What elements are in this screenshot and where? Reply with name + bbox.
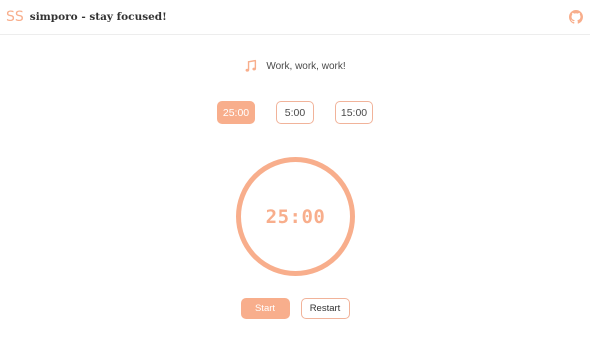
app-logo: SS — [6, 9, 24, 25]
brand: SS simporo - stay focused! — [6, 10, 167, 24]
preset-25-button[interactable]: 25:00 — [217, 101, 255, 124]
music-notes-icon — [244, 59, 258, 73]
preset-15-button[interactable]: 15:00 — [335, 101, 373, 124]
preset-5-button[interactable]: 5:00 — [276, 101, 314, 124]
github-link[interactable] — [569, 10, 583, 24]
start-button[interactable]: Start — [240, 298, 290, 319]
github-icon — [569, 10, 583, 24]
duration-presets: 25:00 5:00 15:00 — [0, 101, 590, 124]
timer-display: 25:00 — [265, 205, 326, 228]
status-message: Work, work, work! — [0, 59, 590, 73]
app-title: simporo - stay focused! — [29, 10, 167, 23]
timer-ring: 25:00 — [236, 157, 355, 276]
app-header: SS simporo - stay focused! — [0, 0, 590, 35]
status-text: Work, work, work! — [266, 60, 346, 72]
restart-button[interactable]: Restart — [300, 298, 350, 319]
timer-controls: Start Restart — [0, 298, 590, 319]
